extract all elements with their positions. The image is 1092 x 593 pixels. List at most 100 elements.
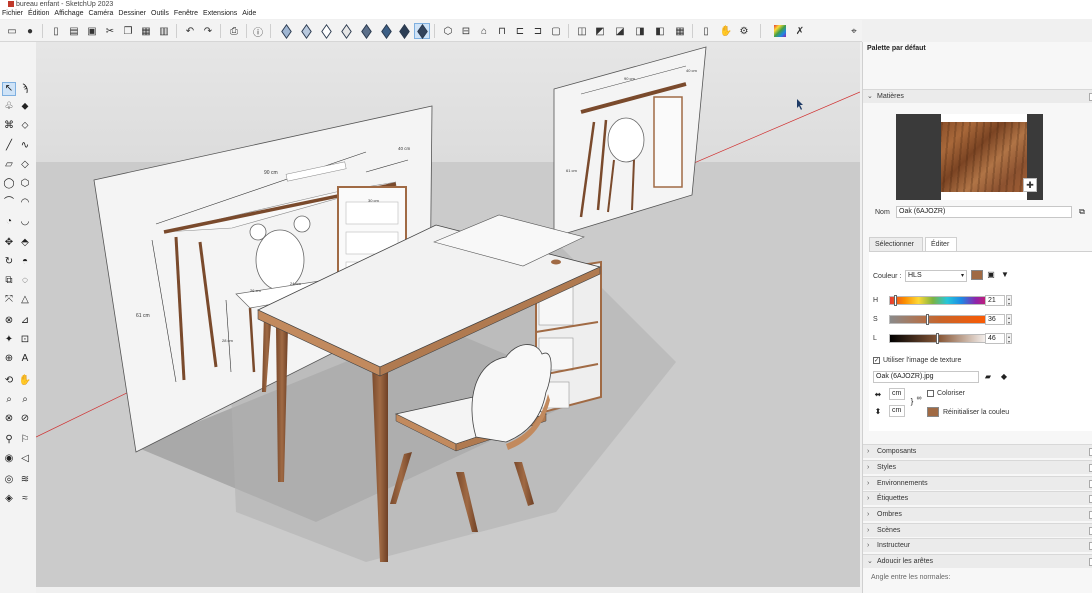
lightness-slider[interactable] (889, 333, 991, 344)
select-arrow-icon[interactable]: ↖ (2, 82, 16, 96)
tag-tool-icon[interactable]: ⌘ (2, 119, 16, 133)
menu-camera[interactable]: Caméra (86, 9, 116, 19)
saturation-slider[interactable] (889, 314, 991, 325)
offset-tool-icon[interactable]: ◌ (18, 274, 32, 288)
duplicate-material-icon[interactable]: ⧉ (1077, 207, 1087, 217)
pie-tool-icon[interactable]: ◔ (2, 215, 16, 229)
position-camera-icon[interactable]: ⚲ (2, 433, 16, 447)
lock-aspect-link-icon[interactable]: ∞ (914, 394, 924, 404)
dimension-icon[interactable]: ▯ (698, 23, 714, 39)
composants-section-header[interactable]: › Composants (863, 444, 1092, 458)
pan-hand-icon[interactable]: ✋ (718, 23, 734, 39)
hue-spinner[interactable]: ▴ ▾ (1006, 295, 1012, 306)
zoom-tool-icon[interactable]: ⌕ (2, 393, 16, 407)
3d-text-icon[interactable]: A (18, 352, 32, 366)
display-section-icon[interactable]: ◪ (612, 23, 628, 39)
dimension-tool-icon[interactable]: ✦ (2, 333, 16, 347)
menu-aide[interactable]: Aide (240, 9, 259, 19)
extension-warehouse-icon[interactable]: ⌖ (846, 23, 862, 39)
xray-icon[interactable] (278, 23, 294, 39)
tape-measure-icon[interactable]: ⊗ (2, 314, 16, 328)
view-iso-icon[interactable]: ⬡ (440, 23, 456, 39)
new-document-icon[interactable]: ▯ (48, 23, 64, 39)
settings-gear-icon[interactable]: ⚙ (736, 23, 752, 39)
move-tool-icon[interactable]: ✥ (2, 236, 16, 250)
iso-view-icon[interactable] (414, 23, 430, 39)
adoucir-aretes-section-header[interactable]: ⌄ Adoucir les arêtes (863, 554, 1092, 568)
walk-tool-icon[interactable]: ⚐ (18, 433, 32, 447)
match-color-model-icon[interactable]: ▣ (986, 270, 996, 280)
solid-tools-icon[interactable]: △ (18, 293, 32, 307)
undo-icon[interactable]: ↶ (182, 23, 198, 39)
circle-tool-icon[interactable]: ◯ (2, 177, 16, 191)
hue-value-field[interactable]: 21 (985, 295, 1005, 306)
rotate-tool-icon[interactable]: ↻ (2, 255, 16, 269)
saturation-spinner[interactable]: ▴ ▾ (1006, 314, 1012, 325)
freehand-tool-icon[interactable]: ∿ (18, 139, 32, 153)
back-edges-icon[interactable] (298, 23, 314, 39)
view-left-icon[interactable]: ⊐ (530, 23, 546, 39)
shaded-textures-icon[interactable] (378, 23, 394, 39)
section-fill-toggle-icon[interactable]: ◧ (652, 23, 668, 39)
tab-selectionner[interactable]: Sélectionner (869, 237, 923, 251)
use-texture-checkbox[interactable]: ✓ (873, 357, 880, 364)
text-tool-icon[interactable]: ⊡ (18, 333, 32, 347)
view-top-icon[interactable]: ⊟ (458, 23, 474, 39)
arc-tool-icon[interactable]: ⌒ (2, 196, 16, 210)
reset-color-swatch[interactable] (927, 407, 939, 417)
shaded-icon[interactable] (358, 23, 374, 39)
section-plane-icon[interactable]: ◫ (574, 23, 590, 39)
pan-tool-icon[interactable]: ✋ (18, 374, 32, 388)
hue-slider[interactable] (889, 295, 991, 306)
delete-icon[interactable]: ▥ (156, 23, 172, 39)
print-icon[interactable]: ⎙ (226, 23, 242, 39)
zoom-window-icon[interactable]: ⌕ (18, 393, 32, 407)
follow-me-icon[interactable]: ◓ (18, 255, 32, 269)
rotated-rectangle-icon[interactable]: ◇ (18, 158, 32, 172)
hue-slider-knob[interactable] (894, 295, 897, 306)
protractor-icon[interactable]: ⊿ (18, 314, 32, 328)
menu-outils[interactable]: Outils (149, 9, 172, 19)
texture-width-field[interactable]: cm (889, 388, 905, 400)
menu-edition[interactable]: Édition (26, 9, 52, 19)
current-color-swatch[interactable] (971, 270, 983, 280)
scenes-section-header[interactable]: › Scènes (863, 523, 1092, 537)
material-name-field[interactable]: Oak (6AJOZR) (896, 206, 1072, 218)
section-plane-tool-icon[interactable]: ◁ (18, 452, 32, 466)
erase-face-icon[interactable]: ⬦ (18, 119, 32, 133)
view-bottom-icon[interactable]: ▢ (548, 23, 564, 39)
copy-icon[interactable]: ❐ (120, 23, 136, 39)
account-icon[interactable]: ● (22, 23, 38, 39)
previous-view-icon[interactable]: ⊘ (18, 412, 32, 426)
saturation-value-field[interactable]: 36 (985, 314, 1005, 325)
browse-folder-icon[interactable]: ▰ (983, 372, 993, 382)
ombres-section-header[interactable]: › Ombres (863, 507, 1092, 521)
lightness-spinner[interactable]: ▴ ▾ (1006, 333, 1012, 344)
look-around-icon[interactable]: ◉ (2, 452, 16, 466)
styles-section-header[interactable]: › Styles (863, 460, 1092, 474)
axes-tool-icon[interactable]: ⊕ (2, 352, 16, 366)
environnements-section-header[interactable]: › Environnements (863, 476, 1092, 490)
3d-viewport[interactable]: 90 cm 40 cm 61 cm 90 cm 40 cm 61 cm 30 c… (36, 42, 860, 587)
menu-fenetre[interactable]: Fenêtre (172, 9, 201, 19)
polygon-tool-icon[interactable]: ⬡ (18, 177, 32, 191)
view-right-icon[interactable]: ⊓ (494, 23, 510, 39)
texture-file-field[interactable]: Oak (6AJOZR).jpg (873, 371, 979, 383)
open-folder-icon[interactable]: ▤ (66, 23, 82, 39)
orbit-tool-icon[interactable]: ⟲ (2, 374, 16, 388)
flip-tool-icon[interactable]: ⤧ (2, 293, 16, 307)
saturation-slider-knob[interactable] (926, 314, 929, 325)
wireframe-icon[interactable] (318, 23, 334, 39)
three-point-arc-icon[interactable]: ◡ (18, 215, 32, 229)
paint-bucket-icon[interactable]: ♧ (2, 100, 16, 114)
color-model-select[interactable]: HLS ▾ (905, 270, 967, 282)
extension-tool-icon[interactable]: ✗ (792, 23, 808, 39)
lasso-icon[interactable]: ϡ (18, 82, 32, 96)
create-material-icon[interactable]: ✚ (1023, 178, 1037, 192)
model-info-icon[interactable]: ⓘ (250, 23, 266, 39)
section-fill-icon[interactable]: ◩ (592, 23, 608, 39)
color-palette-icon[interactable] (772, 23, 788, 39)
menu-extensions[interactable]: Extensions (201, 9, 240, 19)
zoom-extents-icon[interactable]: ⊗ (2, 412, 16, 426)
sandbox-from-scratch-icon[interactable]: ≋ (18, 473, 32, 487)
